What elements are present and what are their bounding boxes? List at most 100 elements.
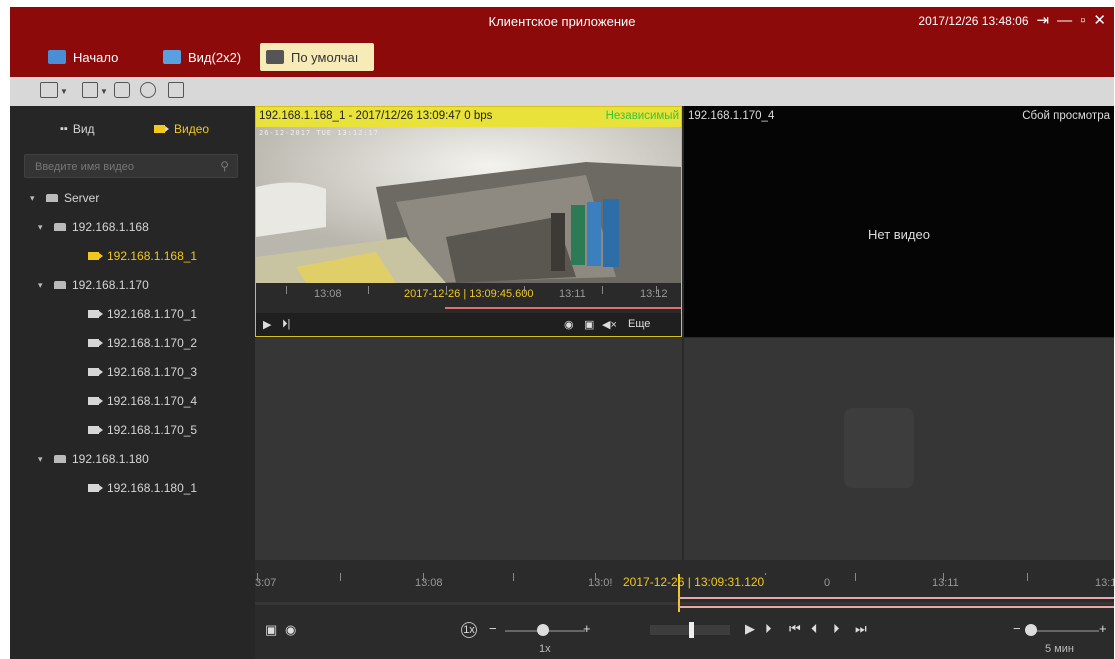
placeholder-watermark xyxy=(844,408,914,488)
timeline-label: 13:0! xyxy=(588,577,613,589)
timeline-tick xyxy=(513,573,514,581)
tree-item-camera[interactable]: 192.168.1.168_1 xyxy=(88,246,197,266)
camera-snapshot-icon[interactable] xyxy=(114,82,130,98)
pane-timeline[interactable]: 13:08 2017-12-26 | 13:09:45.600 13:11 13… xyxy=(256,283,681,313)
playback-controls: ▣ ◉ 1x − + 1x ▶ ⏵ ⏮ ⏴ ⏵ ⏭ − + 5 мин xyxy=(255,612,1114,659)
search-icon[interactable]: ⚲ xyxy=(220,159,229,173)
server-icon xyxy=(46,194,58,202)
skip-forward-icon[interactable]: ⏭ xyxy=(855,621,867,637)
main-timeline[interactable]: 3:07 13:08 13:0! 2017-12-26 | 13:09:31.1… xyxy=(255,560,1114,612)
snapshot-icon[interactable]: ▣ xyxy=(584,318,594,331)
tree-item-label: 192.168.1.170_4 xyxy=(107,394,198,408)
prev-frame-icon[interactable]: ⏴ xyxy=(811,621,818,637)
tree-item-device[interactable]: ▾ 192.168.1.180 xyxy=(38,449,149,469)
tab-view-2x2[interactable]: Вид(2x2) xyxy=(157,43,247,71)
logout-icon[interactable]: ⇥ xyxy=(1037,13,1050,29)
timeline-tick xyxy=(1027,573,1028,581)
range-slider-track[interactable] xyxy=(1029,630,1099,632)
pane-divider xyxy=(682,106,684,560)
search-input[interactable] xyxy=(33,155,217,179)
timeline-label: 13:08 xyxy=(314,288,342,300)
timeline-tick xyxy=(368,286,369,294)
pane-status: Сбой просмотра xyxy=(1022,110,1110,122)
step-forward-icon[interactable]: ⏵ xyxy=(765,621,772,637)
tab-sidebar-video[interactable]: Видео xyxy=(154,122,209,136)
chevron-down-icon[interactable]: ▼ xyxy=(100,87,108,96)
pane-controls: ▶ ⏵| ◉ ▣ ◀× Еще xyxy=(256,313,681,336)
title-bar: Клиентское приложение 2017/12/26 13:48:0… xyxy=(10,7,1114,37)
volume-handle[interactable] xyxy=(689,622,694,638)
tree-item-server[interactable]: ▾ Server xyxy=(30,188,99,208)
speed-slider-knob[interactable] xyxy=(537,624,549,636)
tree-item-label: 192.168.1.170_2 xyxy=(107,336,198,350)
timeline-label: 13:11 xyxy=(932,577,959,589)
tree-item-camera[interactable]: 192.168.1.170_1 xyxy=(88,304,197,324)
layout-grid-icon[interactable] xyxy=(82,82,98,98)
video-pane-2[interactable]: 192.168.1.170_4 Сбой просмотра Нет видео xyxy=(684,106,1114,337)
search-box: ⚲ xyxy=(24,154,238,179)
video-camera-icon xyxy=(88,426,103,434)
tree-item-camera[interactable]: 192.168.1.170_5 xyxy=(88,420,197,440)
speed-decrease-button[interactable]: − xyxy=(489,621,497,636)
pane-title: 192.168.1.168_1 - 2017/12/26 13:09:47 0 … xyxy=(259,110,493,122)
range-slider-knob[interactable] xyxy=(1025,624,1037,636)
maximize-button[interactable]: ▫ xyxy=(1080,13,1085,29)
snapshot-icon[interactable]: ▣ xyxy=(265,622,277,638)
layout-single-icon[interactable] xyxy=(40,82,58,98)
timeline-label: 3:07 xyxy=(255,577,277,589)
video-camera-icon xyxy=(88,397,103,405)
mute-icon[interactable]: ◀× xyxy=(602,318,617,331)
zoom-out-button[interactable]: − xyxy=(1013,621,1021,636)
playback-mode: Независимый xyxy=(605,110,679,122)
chevron-down-icon[interactable]: ▼ xyxy=(60,87,68,96)
grid-icon: ▪▪ xyxy=(60,123,68,135)
tree-item-camera[interactable]: 192.168.1.170_4 xyxy=(88,391,197,411)
record-icon[interactable]: ◉ xyxy=(285,622,296,638)
skip-back-icon[interactable]: ⏮ xyxy=(789,621,801,637)
tree-item-device[interactable]: ▾ 192.168.1.170 xyxy=(38,275,149,295)
speed-increase-button[interactable]: + xyxy=(583,621,591,636)
tree-item-camera[interactable]: 192.168.1.170_2 xyxy=(88,333,197,353)
tree-item-label: 192.168.1.170 xyxy=(72,278,149,292)
video-camera-icon xyxy=(88,368,103,376)
step-forward-icon[interactable]: ⏵| xyxy=(282,318,290,331)
tab-home-label: Начало xyxy=(73,49,119,65)
timeline-tick xyxy=(602,286,603,294)
video-frame[interactable]: 26-12-2017 TUE 13:12:17 xyxy=(256,127,681,283)
pane-divider xyxy=(255,337,1114,338)
tree-item-device[interactable]: ▾ 192.168.1.168 xyxy=(38,217,149,237)
next-frame-icon[interactable]: ⏵ xyxy=(833,621,840,637)
close-button[interactable]: ✕ xyxy=(1093,13,1106,29)
play-icon[interactable]: ▶ xyxy=(263,318,271,331)
wheel-icon[interactable] xyxy=(140,82,156,98)
tree-item-label: 192.168.1.168_1 xyxy=(107,249,198,263)
more-button[interactable]: Еще xyxy=(628,318,650,330)
toolbar: ▼ ▼ xyxy=(10,77,1114,106)
timeline-lane xyxy=(255,602,1114,605)
tab-sidebar-view[interactable]: ▪▪ Вид xyxy=(60,122,95,136)
fullscreen-icon[interactable] xyxy=(168,82,184,98)
chevron-down-icon[interactable]: ▾ xyxy=(38,280,48,291)
tree-item-camera[interactable]: 192.168.1.170_3 xyxy=(88,362,197,382)
play-icon[interactable]: ▶ xyxy=(745,621,755,637)
tree-item-label: Server xyxy=(64,191,100,205)
record-icon[interactable]: ◉ xyxy=(564,318,574,331)
tree-item-label: 192.168.1.170_1 xyxy=(107,307,198,321)
video-camera-icon xyxy=(88,252,103,260)
video-pane-4[interactable] xyxy=(684,338,1114,560)
minimize-button[interactable]: — xyxy=(1057,13,1072,29)
video-pane-1[interactable]: 192.168.1.168_1 - 2017/12/26 13:09:47 0 … xyxy=(255,106,682,337)
video-pane-3[interactable] xyxy=(255,338,683,560)
zoom-in-button[interactable]: + xyxy=(1099,621,1107,636)
chevron-down-icon[interactable]: ▾ xyxy=(38,454,48,465)
tree-item-label: 192.168.1.170_5 xyxy=(107,423,198,437)
chevron-down-icon[interactable]: ▾ xyxy=(30,193,40,204)
speed-badge[interactable]: 1x xyxy=(461,622,477,638)
chevron-down-icon[interactable]: ▾ xyxy=(38,222,48,233)
tree-item-camera[interactable]: 192.168.1.180_1 xyxy=(88,478,197,498)
tab-default[interactable]: По умолчаı xyxy=(260,43,374,71)
tab-home[interactable]: Начало xyxy=(42,43,124,71)
tab-sidebar-video-label: Видео xyxy=(174,122,210,136)
video-camera-icon xyxy=(88,339,103,347)
timeline-current: 2017-12-26 | 13:09:31.120 xyxy=(621,575,767,589)
